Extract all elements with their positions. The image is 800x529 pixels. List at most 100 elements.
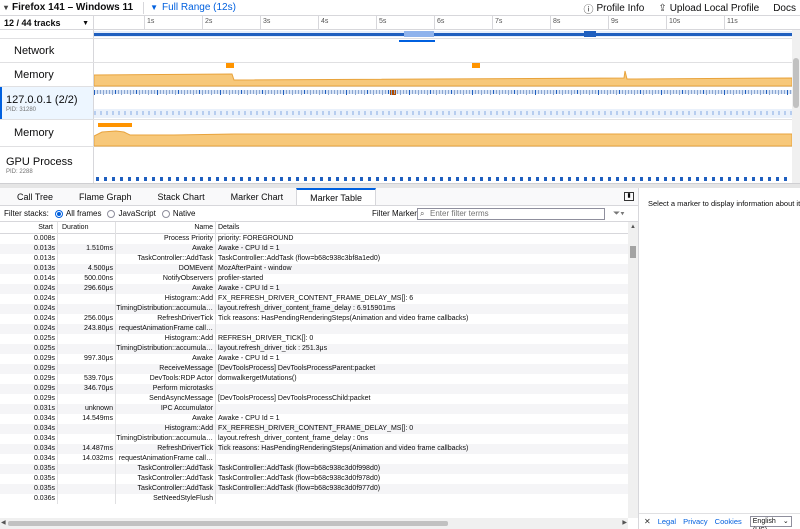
radio-javascript[interactable] — [107, 209, 116, 218]
table-row[interactable]: 0.035s TaskController::AddTask TaskControl… — [0, 464, 628, 474]
table-row[interactable]: 0.034s Histogram::Add FX_REFRESH_DRIVER_CO… — [0, 424, 628, 434]
cell-duration — [58, 434, 116, 444]
table-vertical-scrollbar[interactable]: ▲ — [628, 222, 638, 518]
filter-markers-input[interactable]: ⌕ Enter filter terms — [417, 208, 605, 220]
table-row[interactable]: 0.034s 14.032ms requestAnimationFrame call… — [0, 454, 628, 464]
table-row[interactable]: 0.035s TaskController::AddTask TaskControl… — [0, 474, 628, 484]
gpu-marker — [336, 177, 339, 181]
sidebar-toggle-icon[interactable]: ▮ — [624, 192, 634, 201]
marker-tick — [373, 90, 374, 95]
gpu-marker — [760, 177, 763, 181]
sample-tick — [442, 111, 444, 115]
table-horizontal-scrollbar[interactable]: ◀ ▶ — [0, 518, 628, 529]
header-duration[interactable]: Duration — [58, 222, 116, 234]
table-row[interactable]: 0.031s unknown IPC Accumulator — [0, 404, 628, 414]
tab-marker-table[interactable]: Marker Table — [296, 188, 376, 205]
radio-native[interactable] — [161, 209, 170, 218]
top-toolbar: ▾ Firefox 141 – Windows 11 ▼ Full Range … — [0, 0, 800, 16]
marker-table-header: Start Duration Name Details — [0, 222, 628, 234]
gpu-marker — [680, 177, 683, 181]
track-network[interactable]: Network — [0, 39, 792, 63]
gpu-marker — [512, 177, 515, 181]
table-row[interactable]: 0.014s 500.00ns NotifyObservers profiler-st… — [0, 274, 628, 284]
table-row[interactable]: 0.036s SetNeedStyleFlush — [0, 494, 628, 504]
scrollbar-thumb[interactable] — [8, 521, 448, 526]
table-row[interactable]: 0.024s TimingDistribution::accumula… layou… — [0, 304, 628, 314]
tracks-scrollbar[interactable] — [792, 30, 800, 183]
marker-tick — [511, 90, 512, 94]
sample-tick — [328, 111, 330, 115]
cell-details — [216, 454, 628, 464]
profile-name-menu[interactable]: ▾ Firefox 141 – Windows 11 — [0, 0, 137, 16]
scrollbar-thumb[interactable] — [793, 58, 799, 108]
cell-duration — [58, 484, 116, 494]
table-row[interactable]: 0.029s SendAsyncMessage [DevToolsProcess] … — [0, 394, 628, 404]
scrollbar-thumb[interactable] — [630, 246, 636, 258]
process-graph-svg — [94, 90, 792, 118]
privacy-link[interactable]: Privacy — [683, 517, 708, 526]
table-row[interactable]: 0.013s 1.510ms Awake Awake - CPU Id = 1 — [0, 244, 628, 254]
table-row[interactable]: 0.029s 539.70μs DevTools:RDP Actor domwalke… — [0, 374, 628, 384]
marker-tick — [553, 90, 554, 95]
language-select[interactable]: English (US) ⌄ — [749, 516, 792, 529]
table-row[interactable]: 0.034s 14.487ms RefreshDriverTick Tick reas… — [0, 444, 628, 454]
table-row[interactable]: 0.025s TimingDistribution::accumula… layou… — [0, 344, 628, 354]
arrow-right-icon[interactable]: ▶ — [622, 519, 627, 526]
close-icon[interactable]: ✕ — [644, 517, 651, 526]
gpu-marker — [664, 177, 667, 181]
table-row[interactable]: 0.024s 256.00μs RefreshDriverTick Tick reas… — [0, 314, 628, 324]
legal-link[interactable]: Legal — [658, 517, 676, 526]
cell-name: DOMEvent — [116, 264, 216, 274]
timeline-ruler[interactable]: 1s 2s 3s 4s 5s 6s 7s 8s 9s 10s 11s — [94, 16, 792, 30]
tab-call-tree[interactable]: Call Tree — [4, 188, 66, 205]
arrow-left-icon[interactable]: ◀ — [1, 519, 6, 526]
tab-flame-graph[interactable]: Flame Graph — [66, 188, 145, 205]
arrow-up-icon[interactable]: ▲ — [630, 224, 636, 230]
track-memory[interactable]: Memory — [0, 63, 793, 87]
profile-info-button[interactable]: ⓘ Profile Info — [584, 1, 645, 16]
upload-profile-button[interactable]: ⇪ Upload Local Profile — [658, 3, 759, 14]
track-gpu[interactable]: GPU Process PID: 2288 — [0, 147, 792, 183]
track-activity-strip[interactable] — [0, 30, 792, 39]
header-start[interactable]: Start — [0, 222, 58, 234]
track-name: Network — [14, 44, 55, 57]
table-row[interactable]: 0.034s 14.549ms Awake Awake - CPU Id = 1 — [0, 414, 628, 424]
track-memory-2[interactable]: Memory — [0, 120, 793, 147]
cell-name: Histogram::Add — [116, 334, 216, 344]
gpu-marker — [552, 177, 555, 181]
sample-tick — [520, 111, 522, 115]
track-selector[interactable]: 12 / 44 tracks ▼ — [0, 16, 94, 30]
tab-marker-chart[interactable]: Marker Chart — [218, 188, 297, 205]
cookies-link[interactable]: Cookies — [715, 517, 742, 526]
table-row[interactable]: 0.025s Histogram::Add REFRESH_DRIVER_TICK[… — [0, 334, 628, 344]
docs-link[interactable]: Docs — [773, 3, 796, 14]
marker-tick — [238, 90, 239, 95]
header-name[interactable]: Name — [116, 222, 216, 234]
tab-stack-chart[interactable]: Stack Chart — [145, 188, 218, 205]
table-row[interactable]: 0.008s Process Priority priority: FOREGROU… — [0, 234, 628, 244]
table-row[interactable]: 0.013s 4.500μs DOMEvent MozAfterPaint - win… — [0, 264, 628, 274]
track-process[interactable]: 127.0.0.1 (2/2) PID: 31280 — [0, 87, 792, 120]
table-row[interactable]: 0.029s ReceiveMessage [DevToolsProcess] De… — [0, 364, 628, 374]
sample-tick — [508, 111, 510, 115]
range-breadcrumb[interactable]: ▼ Full Range (12s) — [150, 2, 236, 13]
cell-start: 0.024s — [0, 294, 58, 304]
table-row[interactable]: 0.029s 997.30μs Awake Awake - CPU Id = 1 — [0, 354, 628, 364]
radio-all-frames[interactable] — [54, 209, 63, 218]
marker-tick — [352, 90, 353, 94]
cell-duration: 296.60μs — [58, 284, 116, 294]
table-row[interactable]: 0.034s TimingDistribution::accumula… layou… — [0, 434, 628, 444]
table-row[interactable]: 0.024s 243.80μs requestAnimationFrame call… — [0, 324, 628, 334]
marker-tick — [571, 90, 572, 95]
gpu-marker — [648, 177, 651, 181]
table-row[interactable]: 0.024s 296.60μs Awake Awake - CPU Id = 1 — [0, 284, 628, 294]
marker-tick — [115, 90, 116, 94]
table-row[interactable]: 0.029s 346.70μs Perform microtasks — [0, 384, 628, 394]
table-row[interactable]: 0.013s TaskController::AddTask TaskControl… — [0, 254, 628, 264]
marker-tick — [157, 90, 158, 95]
timeline-tick: 9s — [608, 16, 618, 30]
table-row[interactable]: 0.024s Histogram::Add FX_REFRESH_DRIVER_CO… — [0, 294, 628, 304]
table-row[interactable]: 0.035s TaskController::AddTask TaskControl… — [0, 484, 628, 494]
filter-funnel-icon[interactable]: ⏷▾ — [613, 208, 625, 219]
header-details[interactable]: Details — [216, 222, 628, 234]
